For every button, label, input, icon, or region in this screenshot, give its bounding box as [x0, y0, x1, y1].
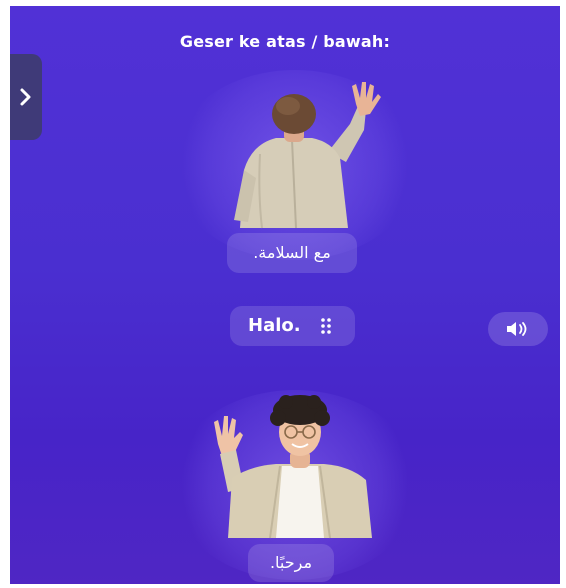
swipe-instruction: Geser ke atas / bawah:: [179, 32, 391, 51]
side-panel-toggle[interactable]: [10, 54, 42, 140]
translation-chip-bottom[interactable]: مرحبًا.: [248, 544, 334, 582]
translation-chip-top[interactable]: مع السلامة.: [227, 233, 357, 273]
chevron-right-icon: [20, 88, 31, 106]
drag-handle-icon[interactable]: [320, 317, 332, 335]
word-text: Halo.: [248, 315, 301, 336]
person-waving-goodbye-photo[interactable]: [200, 74, 400, 234]
speaker-icon: [507, 322, 527, 336]
person-waving-hello-photo[interactable]: [200, 392, 400, 542]
draggable-word-chip[interactable]: Halo.: [230, 306, 355, 346]
translation-text-top: مع السلامة.: [253, 243, 331, 262]
translation-text-bottom: مرحبًا.: [269, 553, 313, 572]
play-audio-button[interactable]: [488, 312, 548, 346]
lesson-screen: Geser ke atas / bawah: مع السلامة. Halo.: [10, 6, 560, 584]
